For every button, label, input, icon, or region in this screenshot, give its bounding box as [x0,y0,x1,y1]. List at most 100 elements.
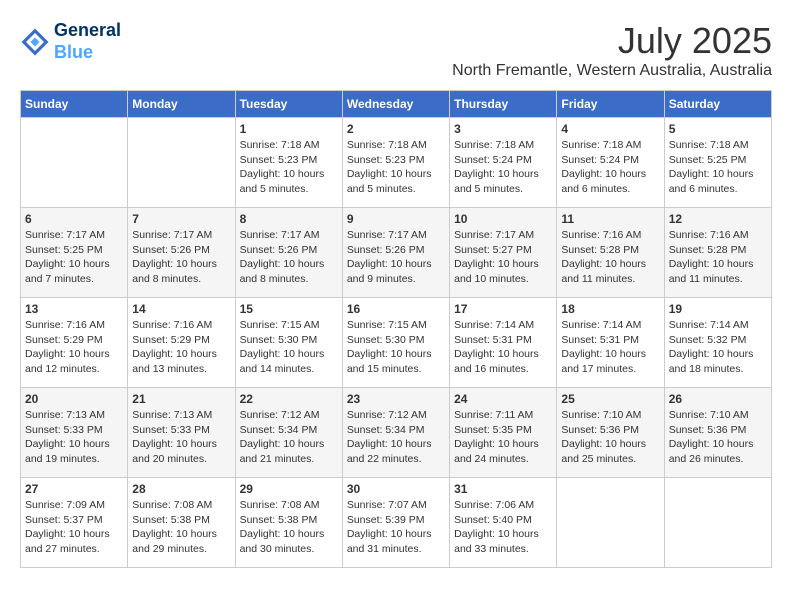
day-number: 9 [347,212,445,226]
calendar-cell: 27 Sunrise: 7:09 AM Sunset: 5:37 PM Dayli… [21,478,128,568]
day-number: 23 [347,392,445,406]
day-number: 31 [454,482,552,496]
day-number: 12 [669,212,767,226]
day-info: Sunrise: 7:10 AM Sunset: 5:36 PM Dayligh… [669,408,767,467]
day-number: 4 [561,122,659,136]
calendar-cell [128,118,235,208]
weekday-header: Saturday [664,91,771,118]
day-number: 13 [25,302,123,316]
logo-line1: General [54,20,121,42]
calendar-cell: 2 Sunrise: 7:18 AM Sunset: 5:23 PM Daylig… [342,118,449,208]
calendar-body: 1 Sunrise: 7:18 AM Sunset: 5:23 PM Daylig… [21,118,772,568]
calendar-header: SundayMondayTuesdayWednesdayThursdayFrid… [21,91,772,118]
calendar-week-row: 13 Sunrise: 7:16 AM Sunset: 5:29 PM Dayli… [21,298,772,388]
day-info: Sunrise: 7:18 AM Sunset: 5:23 PM Dayligh… [347,138,445,197]
day-info: Sunrise: 7:08 AM Sunset: 5:38 PM Dayligh… [240,498,338,557]
calendar-cell: 16Sunrise: 7:15 AM Sunset: 5:30 PM Dayli… [342,298,449,388]
day-number: 8 [240,212,338,226]
calendar-cell: 19Sunrise: 7:14 AM Sunset: 5:32 PM Dayli… [664,298,771,388]
day-info: Sunrise: 7:14 AM Sunset: 5:31 PM Dayligh… [561,318,659,377]
day-number: 20 [25,392,123,406]
day-info: Sunrise: 7:09 AM Sunset: 5:37 PM Dayligh… [25,498,123,557]
day-info: Sunrise: 7:16 AM Sunset: 5:29 PM Dayligh… [25,318,123,377]
day-number: 16 [347,302,445,316]
day-info: Sunrise: 7:12 AM Sunset: 5:34 PM Dayligh… [347,408,445,467]
day-info: Sunrise: 7:18 AM Sunset: 5:23 PM Dayligh… [240,138,338,197]
calendar-cell: 22Sunrise: 7:12 AM Sunset: 5:34 PM Dayli… [235,388,342,478]
calendar-cell: 14Sunrise: 7:16 AM Sunset: 5:29 PM Dayli… [128,298,235,388]
day-info: Sunrise: 7:18 AM Sunset: 5:25 PM Dayligh… [669,138,767,197]
weekday-header: Sunday [21,91,128,118]
day-info: Sunrise: 7:06 AM Sunset: 5:40 PM Dayligh… [454,498,552,557]
day-number: 18 [561,302,659,316]
calendar-week-row: 6Sunrise: 7:17 AM Sunset: 5:25 PM Daylig… [21,208,772,298]
page-header: General Blue July 2025 North Fremantle, … [20,20,772,80]
calendar-cell: 26 Sunrise: 7:10 AM Sunset: 5:36 PM Dayli… [664,388,771,478]
calendar-cell: 21 Sunrise: 7:13 AM Sunset: 5:33 PM Dayli… [128,388,235,478]
day-number: 22 [240,392,338,406]
day-info: Sunrise: 7:10 AM Sunset: 5:36 PM Dayligh… [561,408,659,467]
calendar-cell: 12 Sunrise: 7:16 AM Sunset: 5:28 PM Dayli… [664,208,771,298]
day-number: 1 [240,122,338,136]
day-info: Sunrise: 7:16 AM Sunset: 5:28 PM Dayligh… [669,228,767,287]
day-info: Sunrise: 7:11 AM Sunset: 5:35 PM Dayligh… [454,408,552,467]
logo-icon [20,27,50,57]
weekday-header: Monday [128,91,235,118]
day-info: Sunrise: 7:18 AM Sunset: 5:24 PM Dayligh… [561,138,659,197]
logo-line2: Blue [54,42,121,64]
day-number: 28 [132,482,230,496]
calendar-cell: 13 Sunrise: 7:16 AM Sunset: 5:29 PM Dayli… [21,298,128,388]
day-number: 30 [347,482,445,496]
calendar-cell: 4 Sunrise: 7:18 AM Sunset: 5:24 PM Daylig… [557,118,664,208]
calendar-cell: 8 Sunrise: 7:17 AM Sunset: 5:26 PM Daylig… [235,208,342,298]
day-number: 5 [669,122,767,136]
location-subtitle: North Fremantle, Western Australia, Aust… [452,62,772,80]
calendar-cell: 25 Sunrise: 7:10 AM Sunset: 5:36 PM Dayli… [557,388,664,478]
day-info: Sunrise: 7:17 AM Sunset: 5:26 PM Dayligh… [240,228,338,287]
weekday-row: SundayMondayTuesdayWednesdayThursdayFrid… [21,91,772,118]
calendar-cell [664,478,771,568]
day-info: Sunrise: 7:13 AM Sunset: 5:33 PM Dayligh… [132,408,230,467]
day-number: 6 [25,212,123,226]
day-number: 7 [132,212,230,226]
calendar-table: SundayMondayTuesdayWednesdayThursdayFrid… [20,90,772,568]
calendar-week-row: 27 Sunrise: 7:09 AM Sunset: 5:37 PM Dayli… [21,478,772,568]
day-number: 25 [561,392,659,406]
calendar-cell: 30Sunrise: 7:07 AM Sunset: 5:39 PM Dayli… [342,478,449,568]
day-info: Sunrise: 7:17 AM Sunset: 5:26 PM Dayligh… [132,228,230,287]
day-number: 2 [347,122,445,136]
day-number: 26 [669,392,767,406]
calendar-cell: 18 Sunrise: 7:14 AM Sunset: 5:31 PM Dayli… [557,298,664,388]
logo-text: General Blue [54,20,121,63]
calendar-cell: 7 Sunrise: 7:17 AM Sunset: 5:26 PM Daylig… [128,208,235,298]
calendar-cell: 6Sunrise: 7:17 AM Sunset: 5:25 PM Daylig… [21,208,128,298]
day-info: Sunrise: 7:16 AM Sunset: 5:29 PM Dayligh… [132,318,230,377]
calendar-cell: 9 Sunrise: 7:17 AM Sunset: 5:26 PM Daylig… [342,208,449,298]
calendar-cell: 31 Sunrise: 7:06 AM Sunset: 5:40 PM Dayli… [450,478,557,568]
calendar-cell: 29Sunrise: 7:08 AM Sunset: 5:38 PM Dayli… [235,478,342,568]
day-info: Sunrise: 7:08 AM Sunset: 5:38 PM Dayligh… [132,498,230,557]
month-title: July 2025 [452,20,772,62]
day-number: 27 [25,482,123,496]
day-info: Sunrise: 7:14 AM Sunset: 5:32 PM Dayligh… [669,318,767,377]
logo: General Blue [20,20,121,63]
calendar-cell: 24Sunrise: 7:11 AM Sunset: 5:35 PM Dayli… [450,388,557,478]
day-number: 11 [561,212,659,226]
weekday-header: Wednesday [342,91,449,118]
day-info: Sunrise: 7:17 AM Sunset: 5:27 PM Dayligh… [454,228,552,287]
day-info: Sunrise: 7:18 AM Sunset: 5:24 PM Dayligh… [454,138,552,197]
day-number: 10 [454,212,552,226]
calendar-cell: 3Sunrise: 7:18 AM Sunset: 5:24 PM Daylig… [450,118,557,208]
calendar-cell [557,478,664,568]
calendar-cell [21,118,128,208]
calendar-cell: 23 Sunrise: 7:12 AM Sunset: 5:34 PM Dayli… [342,388,449,478]
day-info: Sunrise: 7:15 AM Sunset: 5:30 PM Dayligh… [240,318,338,377]
weekday-header: Thursday [450,91,557,118]
weekday-header: Tuesday [235,91,342,118]
day-number: 21 [132,392,230,406]
day-info: Sunrise: 7:17 AM Sunset: 5:26 PM Dayligh… [347,228,445,287]
title-block: July 2025 North Fremantle, Western Austr… [452,20,772,80]
calendar-cell: 11Sunrise: 7:16 AM Sunset: 5:28 PM Dayli… [557,208,664,298]
day-info: Sunrise: 7:14 AM Sunset: 5:31 PM Dayligh… [454,318,552,377]
calendar-cell: 10 Sunrise: 7:17 AM Sunset: 5:27 PM Dayli… [450,208,557,298]
